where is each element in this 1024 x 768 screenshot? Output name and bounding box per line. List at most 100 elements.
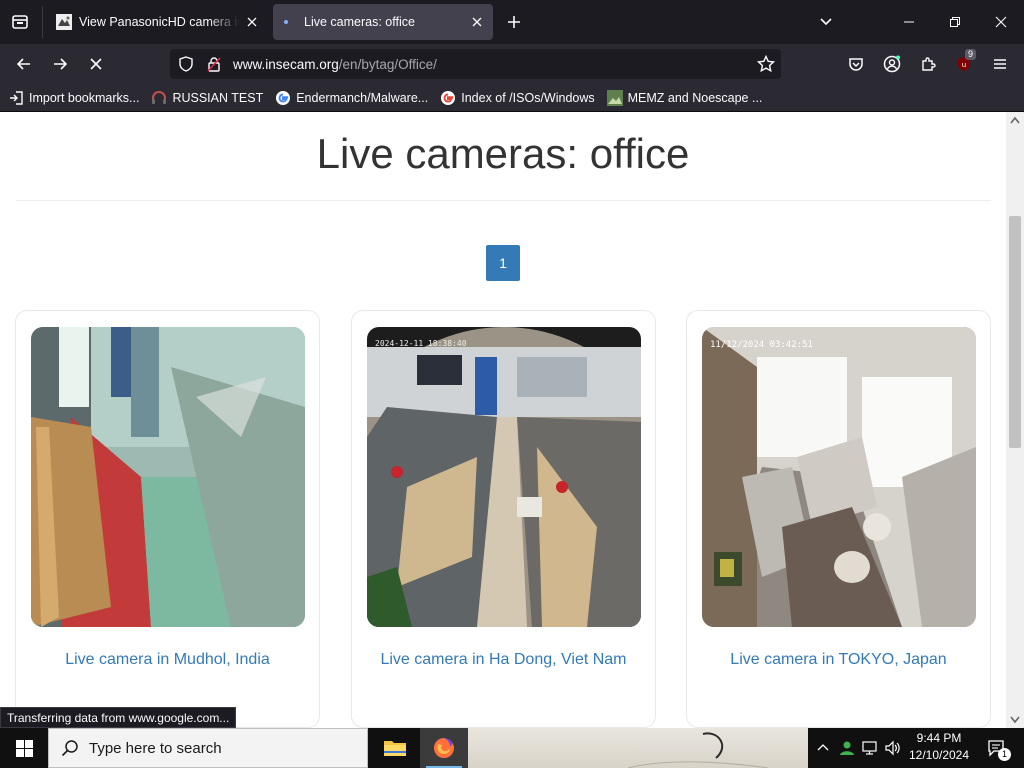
puzzle-icon	[922, 57, 936, 71]
file-explorer-taskbar-button[interactable]	[371, 728, 419, 768]
tab-panasonic-camera[interactable]: View PanasonicHD camera in Ja	[48, 4, 268, 40]
stop-loading-button[interactable]	[82, 50, 110, 78]
network-icon	[862, 741, 877, 755]
firefox-icon	[434, 738, 454, 758]
camera-card-ha-dong[interactable]: 2024-12-11 18:38:40 Live camera in Ha Do…	[351, 310, 656, 728]
list-all-tabs-button[interactable]	[812, 8, 840, 36]
camera-thumbnail[interactable]	[31, 327, 305, 627]
clock-date: 12/10/2024	[908, 748, 970, 762]
bookmark-import[interactable]: Import bookmarks...	[8, 90, 139, 106]
bookmark-star-icon[interactable]	[757, 55, 775, 73]
ublock-origin-button[interactable]: u 9	[950, 49, 978, 78]
extensions-button[interactable]	[914, 50, 942, 78]
url-path: /en/bytag/Office/	[338, 57, 437, 72]
account-icon	[883, 55, 901, 73]
bookmark-label: Import bookmarks...	[29, 90, 140, 105]
headphones-icon	[152, 90, 167, 104]
camera-link[interactable]: Live camera in TOKYO, Japan	[687, 651, 990, 669]
tab-bar: View PanasonicHD camera in Ja Live camer…	[0, 0, 1024, 44]
action-center-button[interactable]: 1	[978, 728, 1014, 768]
taskbar-clock[interactable]: 9:44 PM 12/10/2024	[904, 730, 974, 766]
import-icon	[10, 90, 23, 105]
url-text: www.insecam.org/en/bytag/Office/	[233, 57, 437, 72]
stop-icon	[90, 58, 102, 70]
taskbar-search-box[interactable]: Type here to search	[48, 728, 368, 768]
account-button[interactable]	[878, 50, 906, 78]
scroll-up-arrow-icon[interactable]	[1010, 116, 1020, 124]
minimize-button[interactable]	[886, 0, 932, 44]
address-bar[interactable]: www.insecam.org/en/bytag/Office/	[170, 49, 781, 79]
bookmark-label: RUSSIAN TEST	[172, 90, 264, 105]
arrow-left-icon	[16, 58, 30, 70]
bookmark-russian-test[interactable]: RUSSIAN TEST	[151, 90, 263, 106]
tab-separator	[42, 6, 43, 38]
people-icon	[840, 741, 854, 755]
back-button[interactable]	[10, 50, 38, 78]
firefox-taskbar-button[interactable]	[420, 728, 468, 768]
bookmark-memz-noescape[interactable]: MEMZ and Noescape ...	[606, 89, 763, 106]
new-tab-button[interactable]	[500, 8, 528, 36]
bookmark-index-of-isos[interactable]: Index of /ISOs/Windows	[440, 90, 595, 106]
show-hidden-icons-button[interactable]	[812, 728, 834, 768]
vertical-scrollbar[interactable]	[1006, 112, 1024, 728]
network-tray-button[interactable]	[860, 728, 882, 768]
close-tab-icon[interactable]	[244, 14, 260, 30]
pagination-page-1[interactable]: 1	[486, 245, 520, 281]
firefox-view-icon	[12, 15, 28, 29]
page-viewport: Live cameras: office 1 Live camera in Mu…	[0, 112, 1024, 728]
bookmark-label: MEMZ and Noescape ...	[627, 90, 763, 105]
bookmark-label: Index of /ISOs/Windows	[461, 90, 595, 105]
close-window-button[interactable]	[978, 0, 1024, 44]
camera-thumbnail[interactable]: 11/12/2024 03:42:51	[702, 327, 976, 627]
camera-favicon-icon	[56, 14, 72, 30]
chevron-up-icon	[817, 744, 829, 751]
status-panel: Transferring data from www.google.com...	[0, 707, 237, 728]
windows-taskbar: Type here to search 9:44 PM 12/10/2024 1	[0, 728, 1024, 768]
scroll-down-arrow-icon[interactable]	[1010, 716, 1020, 724]
volume-tray-button[interactable]	[882, 728, 904, 768]
plus-icon	[508, 16, 520, 28]
close-icon	[995, 16, 1007, 28]
windows-logo-icon	[15, 739, 33, 757]
minimize-icon	[904, 21, 914, 23]
insecure-lock-icon[interactable]	[206, 56, 222, 72]
scrollbar-thumb[interactable]	[1009, 216, 1021, 448]
camera-link[interactable]: Live camera in Ha Dong, Viet Nam	[352, 651, 655, 669]
app-menu-button[interactable]	[986, 50, 1014, 78]
google-icon	[276, 90, 291, 105]
camera-card-tokyo[interactable]: 11/12/2024 03:42:51 Live camera in TOKYO…	[686, 310, 991, 728]
start-button[interactable]	[0, 728, 48, 768]
close-tab-icon[interactable]	[469, 14, 485, 30]
camera-thumbnail[interactable]: 2024-12-11 18:38:40	[367, 327, 641, 627]
chevron-down-icon	[820, 18, 832, 26]
tab-live-cameras-office[interactable]: Live cameras: office	[273, 4, 493, 40]
camera-timestamp: 11/12/2024 03:42:51	[710, 340, 813, 350]
hamburger-menu-icon	[994, 59, 1006, 69]
search-placeholder: Type here to search	[89, 739, 222, 757]
google-icon	[441, 90, 456, 105]
speaker-icon	[885, 740, 900, 756]
camera-card-mudhol[interactable]: Live camera in Mudhol, India	[15, 310, 320, 728]
camera-timestamp: 2024-12-11 18:38:40	[375, 339, 467, 348]
taskbar-background-image	[468, 728, 808, 768]
bookmarks-toolbar: Import bookmarks... RUSSIAN TEST Enderma…	[0, 84, 1024, 112]
bookmark-endermanch-malware[interactable]: Endermanch/Malware...	[275, 90, 428, 106]
restore-button[interactable]	[932, 0, 978, 44]
firefox-view-button[interactable]	[4, 6, 36, 38]
image-icon	[606, 89, 623, 106]
people-tray-button[interactable]	[836, 728, 858, 768]
loading-dot-icon	[284, 20, 288, 24]
ublock-count-badge: 9	[965, 49, 977, 60]
pocket-icon	[849, 58, 863, 71]
clock-time: 9:44 PM	[916, 731, 962, 745]
folder-icon	[384, 741, 406, 756]
notification-count-badge: 1	[998, 748, 1011, 761]
page-title: Live cameras: office	[316, 130, 690, 177]
restore-icon	[950, 17, 960, 27]
tracking-protection-shield-icon[interactable]	[178, 56, 194, 72]
pocket-button[interactable]	[842, 50, 870, 78]
forward-button[interactable]	[46, 50, 74, 78]
arrow-right-icon	[54, 58, 68, 70]
bookmark-label: Endermanch/Malware...	[296, 90, 429, 105]
camera-link[interactable]: Live camera in Mudhol, India	[16, 651, 319, 669]
